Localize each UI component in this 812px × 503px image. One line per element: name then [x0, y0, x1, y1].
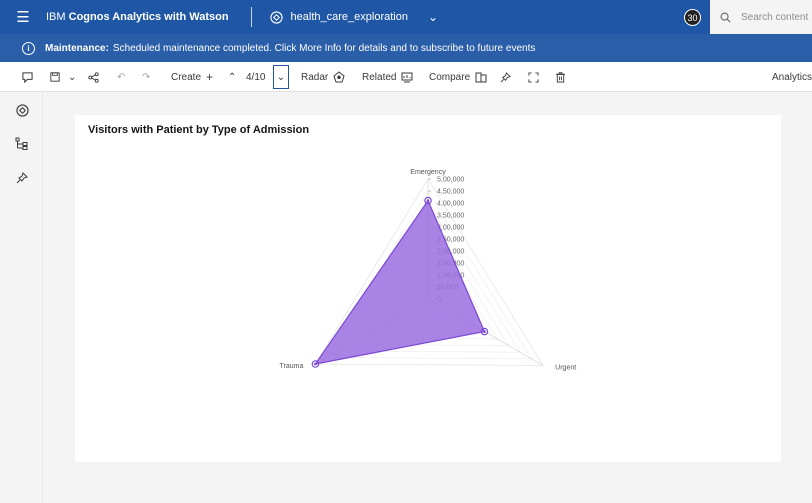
page-counter: 4/10 [246, 71, 266, 83]
comment-icon[interactable] [22, 62, 33, 92]
related-icon [401, 72, 413, 82]
share-icon[interactable] [88, 62, 99, 92]
app-title-prefix: IBM [46, 11, 69, 23]
save-chevron-down-icon[interactable]: ⌄ [68, 62, 76, 92]
analytics-tab[interactable]: Analytics [772, 62, 812, 92]
next-page-chevron-down-icon[interactable]: ⌄ [273, 65, 289, 89]
visualization-canvas: Visitors with Patient by Type of Admissi… [75, 115, 781, 462]
tick-label: 5,00,000 [437, 177, 464, 184]
app-title-bold: Cognos Analytics with Watson [68, 11, 229, 23]
maintenance-banner: i Maintenance: Scheduled maintenance com… [0, 34, 812, 62]
project-name: health_care_exploration [290, 11, 408, 23]
data-point-center [483, 330, 486, 333]
data-point-center [426, 199, 430, 202]
visualization-type-button[interactable]: Radar [301, 62, 345, 92]
app-title: IBM Cognos Analytics with Watson [46, 11, 229, 23]
save-icon[interactable] [50, 62, 60, 92]
pin-icon[interactable] [500, 62, 511, 92]
tick-label: 3,50,000 [437, 213, 464, 220]
delete-icon[interactable] [555, 62, 566, 92]
data-tree-icon[interactable] [14, 136, 30, 152]
pin-icon[interactable] [14, 170, 30, 186]
plus-icon: + [206, 70, 214, 84]
banner-label: Maintenance: [45, 42, 109, 54]
chevron-down-icon[interactable]: ⌄ [428, 10, 438, 24]
compare-label: Compare [429, 71, 471, 83]
left-rail [0, 92, 43, 503]
tick-label: 4,50,000 [437, 189, 464, 196]
create-label: Create [171, 71, 202, 83]
undo-icon[interactable]: ↶ [117, 62, 125, 92]
toolbar: ⌄ ↶ ↷ Create + ⌃ 4/10 ⌄ Radar Related Co… [0, 62, 812, 92]
search-input[interactable]: Search content [741, 12, 808, 23]
radar-chart-icon [333, 71, 345, 83]
search-box[interactable]: Search content [710, 0, 812, 34]
tick-label: 4,00,000 [437, 201, 464, 208]
banner-message[interactable]: Scheduled maintenance completed. Click M… [113, 43, 535, 54]
related-label: Related [362, 71, 397, 83]
create-button[interactable]: Create + [171, 62, 213, 92]
compare-icon [475, 72, 487, 82]
category-label: Trauma [280, 363, 304, 370]
header-divider [250, 7, 252, 27]
radar-chart[interactable]: 050,0001,00,0001,50,0002,00,0002,50,0003… [75, 115, 781, 462]
category-label: Emergency [410, 169, 446, 176]
avatar[interactable]: 30 [684, 9, 701, 26]
previous-page-chevron-up-icon[interactable]: ⌃ [228, 62, 236, 92]
hamburger-menu-icon[interactable]: ☰ [0, 8, 46, 26]
exploration-icon[interactable] [14, 102, 30, 118]
search-icon [720, 12, 731, 23]
focus-frame-icon[interactable] [528, 62, 539, 92]
related-button[interactable]: Related [362, 62, 413, 92]
radar-label: Radar [301, 71, 329, 83]
info-icon: i [22, 41, 35, 55]
exploration-icon [269, 10, 283, 24]
compare-button[interactable]: Compare [429, 62, 487, 92]
category-label: Urgent [555, 365, 576, 372]
data-point-center [314, 362, 317, 366]
project-switcher[interactable]: health_care_exploration ⌄ [269, 10, 438, 24]
redo-icon[interactable]: ↷ [142, 62, 150, 92]
top-bar: ☰ IBM Cognos Analytics with Watson healt… [0, 0, 812, 34]
